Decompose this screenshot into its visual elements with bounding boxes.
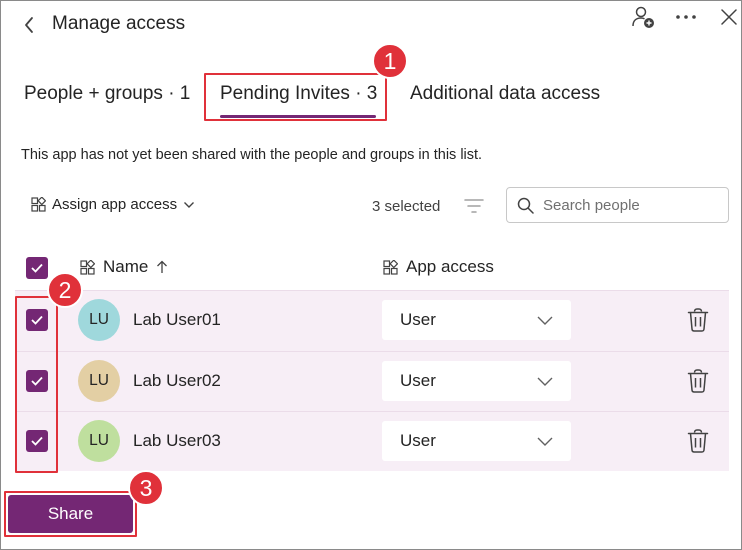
checkmark-icon xyxy=(31,263,43,273)
avatar: LU xyxy=(78,299,120,341)
app-grid-icon xyxy=(80,259,95,275)
page-title: Manage access xyxy=(52,13,186,34)
description-text: This app has not yet been shared with th… xyxy=(21,147,483,163)
filter-icon xyxy=(464,199,484,213)
app-access-dropdown[interactable]: User xyxy=(382,421,571,461)
callout-badge-1: 1 xyxy=(372,43,408,79)
callout-badge-2: 2 xyxy=(47,272,83,308)
column-header-app-access[interactable]: App access xyxy=(383,257,494,277)
user-name: Lab User03 xyxy=(133,431,221,450)
column-header-name[interactable]: Name xyxy=(80,257,168,277)
chevron-down-icon xyxy=(184,201,195,208)
callout-box-tab xyxy=(204,73,387,121)
select-all-checkbox[interactable] xyxy=(26,257,48,279)
app-access-dropdown[interactable]: User xyxy=(382,361,571,401)
assign-app-access-button[interactable]: Assign app access xyxy=(31,196,195,213)
chevron-left-icon xyxy=(25,17,33,33)
tab-additional-data-access[interactable]: Additional data access xyxy=(410,81,600,107)
table-row[interactable] xyxy=(15,412,729,471)
delete-button[interactable] xyxy=(685,307,711,333)
delete-button[interactable] xyxy=(685,428,711,454)
app-access-dropdown[interactable]: User xyxy=(382,300,571,340)
table-row[interactable] xyxy=(15,352,729,411)
chevron-down-icon xyxy=(537,316,553,325)
column-name-label: Name xyxy=(103,257,149,276)
trash-icon xyxy=(687,429,709,453)
close-button[interactable] xyxy=(714,3,742,31)
sort-ascending-icon xyxy=(157,260,168,273)
app-grid-icon xyxy=(383,259,398,275)
add-person-button[interactable] xyxy=(628,3,658,31)
callout-box-checkboxes xyxy=(15,296,58,473)
avatar: LU xyxy=(78,360,120,402)
column-app-access-label: App access xyxy=(406,257,494,276)
more-options-button[interactable] xyxy=(671,3,701,31)
app-access-value: User xyxy=(400,431,436,450)
table-row[interactable] xyxy=(15,291,729,351)
app-access-value: User xyxy=(400,371,436,390)
manage-access-panel: Manage access People + groups · 1 Pendin… xyxy=(0,0,742,550)
back-button[interactable] xyxy=(15,11,43,39)
app-grid-icon xyxy=(31,197,46,212)
search-input[interactable] xyxy=(543,196,713,214)
search-icon xyxy=(517,197,534,214)
user-name: Lab User02 xyxy=(133,371,221,390)
delete-button[interactable] xyxy=(685,368,711,394)
chevron-down-icon xyxy=(537,377,553,386)
tab-people-groups[interactable]: People + groups · 1 xyxy=(24,81,190,107)
trash-icon xyxy=(687,308,709,332)
person-add-icon xyxy=(632,6,654,28)
chevron-down-icon xyxy=(537,437,553,446)
app-access-value: User xyxy=(400,310,436,329)
trash-icon xyxy=(687,369,709,393)
callout-badge-3: 3 xyxy=(128,470,164,506)
user-name: Lab User01 xyxy=(133,310,221,329)
filter-button[interactable] xyxy=(463,195,485,217)
close-icon xyxy=(721,9,737,25)
assign-app-access-label: Assign app access xyxy=(52,196,178,213)
share-button[interactable]: Share xyxy=(8,495,133,533)
selected-count: 3 selected xyxy=(372,198,441,215)
more-horizontal-icon xyxy=(676,15,696,19)
avatar: LU xyxy=(78,420,120,462)
search-box[interactable] xyxy=(506,187,729,223)
